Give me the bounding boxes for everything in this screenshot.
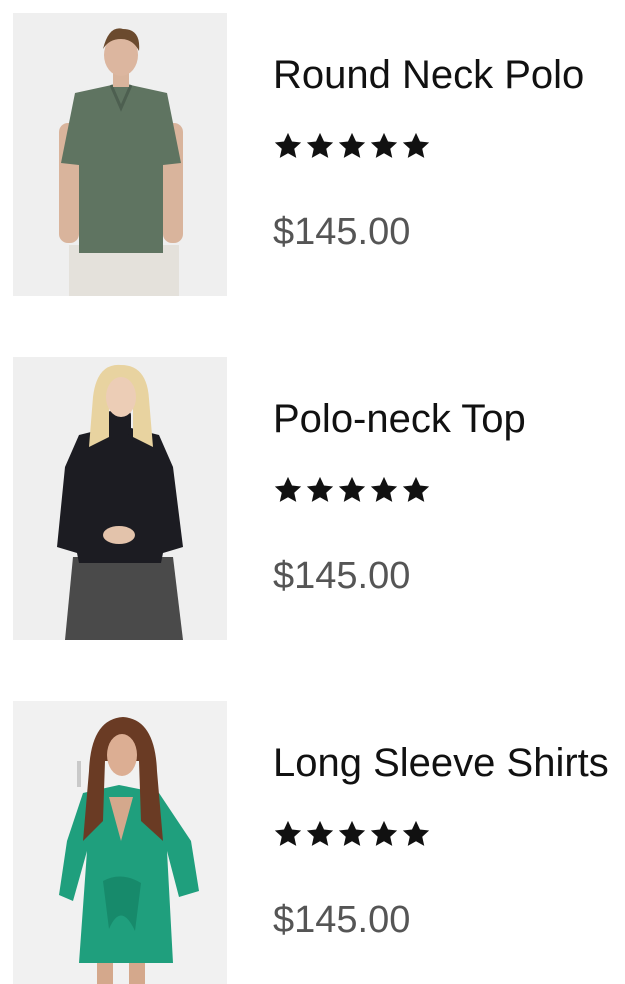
product-info: Round Neck Polo $145.00 <box>273 13 625 296</box>
star-icon <box>370 820 398 846</box>
star-icon <box>306 132 334 158</box>
product-image[interactable] <box>13 701 227 984</box>
product-price: $145.00 <box>273 211 411 253</box>
star-icon <box>370 132 398 158</box>
star-icon <box>402 820 430 846</box>
star-icon <box>274 820 302 846</box>
star-icon <box>338 476 366 502</box>
product-info: Long Sleeve Shirts $145.00 <box>273 701 625 984</box>
star-icon <box>370 476 398 502</box>
product-image[interactable] <box>13 357 227 640</box>
product-price: $145.00 <box>273 899 411 941</box>
rating-stars <box>273 131 431 165</box>
product-price: $145.00 <box>273 555 411 597</box>
star-icon <box>306 820 334 846</box>
product-name[interactable]: Polo-neck Top <box>273 395 625 443</box>
star-icon <box>274 476 302 502</box>
product-card[interactable]: Round Neck Polo $145.00 <box>0 13 625 296</box>
product-card[interactable]: Polo-neck Top $145.00 <box>0 357 625 640</box>
product-photo-woman-green-dress-icon <box>13 701 227 984</box>
product-photo-woman-black-turtleneck-icon <box>13 357 227 640</box>
product-photo-man-green-polo-icon <box>13 13 227 296</box>
product-image[interactable] <box>13 13 227 296</box>
rating-stars <box>273 475 431 509</box>
product-name[interactable]: Long Sleeve Shirts <box>273 739 625 787</box>
star-icon <box>338 132 366 158</box>
star-icon <box>402 132 430 158</box>
star-icon <box>338 820 366 846</box>
product-info: Polo-neck Top $145.00 <box>273 357 625 640</box>
product-name[interactable]: Round Neck Polo <box>273 51 625 99</box>
product-list: Round Neck Polo $145.00 Polo-neck Top $1… <box>0 0 625 984</box>
star-icon <box>402 476 430 502</box>
rating-stars <box>273 819 431 853</box>
star-icon <box>306 476 334 502</box>
star-icon <box>274 132 302 158</box>
product-card[interactable]: Long Sleeve Shirts $145.00 <box>0 701 625 984</box>
